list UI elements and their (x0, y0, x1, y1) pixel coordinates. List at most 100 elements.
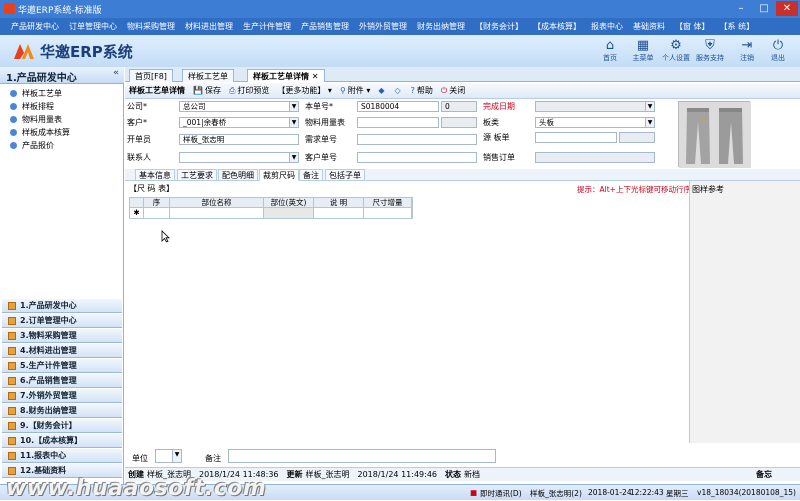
close-button[interactable]: ⏻ 关闭 (441, 85, 465, 96)
menu-item[interactable]: 【窗 体】 (670, 21, 715, 32)
support-button[interactable]: ⛨ 服务支持 (692, 38, 728, 63)
collapse-sidebar-icon[interactable]: « (113, 68, 119, 78)
move-up-button[interactable]: ◆ (378, 86, 386, 95)
nav-item[interactable]: 6.产品销售管理 (2, 374, 122, 388)
nav-item[interactable]: 7.外销外贸管理 (2, 389, 122, 403)
close-tab-icon[interactable]: ✕ (312, 72, 319, 81)
nav-item[interactable]: 10.【成本核算】 (2, 434, 122, 448)
instant-message-button[interactable]: 即时通讯(D) (480, 488, 522, 499)
save-button[interactable]: 💾 保存 (193, 85, 221, 96)
menu-item[interactable]: 产品销售管理 (296, 21, 354, 32)
board-type-select[interactable]: 头板 ▼ (535, 117, 655, 128)
bill-seq-field: 0 (441, 101, 477, 112)
menu-item[interactable]: 财务出纳管理 (412, 21, 470, 32)
toolbar-title: 样板工艺单详情 (129, 86, 185, 95)
home-button[interactable]: ⌂ 首页 (592, 38, 628, 63)
menu-item[interactable]: 订单管理中心 (64, 21, 122, 32)
menu-item[interactable]: 物料采购管理 (122, 21, 180, 32)
exit-button[interactable]: ⏻ 退出 (760, 38, 796, 63)
finish-date-label: 完成日期 (483, 102, 515, 111)
material-extra-field (441, 117, 477, 128)
help-button[interactable]: ? 帮助 (411, 85, 433, 96)
folder-icon (8, 301, 16, 310)
nav-item[interactable]: 8.财务出纳管理 (2, 404, 122, 418)
folder-icon (8, 406, 16, 415)
minimize-button[interactable]: – (730, 1, 752, 16)
sidebar-subitem[interactable]: 样板排程 (10, 100, 120, 113)
source-board-field[interactable] (535, 132, 617, 143)
subtab-basic-info[interactable]: 基本信息 (135, 169, 175, 181)
main-menu-button[interactable]: ▦ 主菜单 (625, 38, 661, 63)
remark-input[interactable] (228, 449, 496, 463)
menu-item[interactable]: 产品研发中心 (6, 21, 64, 32)
menu-item[interactable]: 生产计件管理 (238, 21, 296, 32)
column-header[interactable]: 尺寸增量 (364, 198, 412, 207)
company-select[interactable]: 总公司 ▼ (179, 101, 299, 112)
menu-item[interactable]: 外销外贸管理 (354, 21, 412, 32)
nav-item[interactable]: 1.产品研发中心 (2, 299, 122, 313)
sidebar-subitem[interactable]: 物料用量表 (10, 113, 120, 126)
move-down-button[interactable]: ◇ (395, 86, 403, 95)
finish-date-select[interactable]: ▼ (535, 101, 655, 112)
attachment-button[interactable]: ⚲ 附件 ▾ (340, 85, 370, 96)
more-functions-button[interactable]: 【更多功能】 ▾ (277, 85, 332, 96)
nav-item[interactable]: 5.生产计件管理 (2, 359, 122, 373)
chat-icon: ■ (470, 488, 478, 497)
column-header[interactable]: 部位(英文) (264, 198, 314, 207)
nav-item[interactable]: 2.订单管理中心 (2, 314, 122, 328)
contact-select[interactable]: ▼ (179, 152, 299, 163)
menu-item[interactable]: 【成本核算】 (528, 21, 586, 32)
tab-sample-list[interactable]: 样板工艺单 (182, 69, 234, 82)
material-field[interactable] (357, 117, 439, 128)
diamond-up-icon: ◆ (378, 86, 385, 95)
subtab-color[interactable]: 配色明细 (218, 169, 258, 181)
maker-field[interactable]: 样板_张志明 (179, 134, 299, 145)
tab-sample-detail[interactable]: 样板工艺单详情 ✕ (247, 69, 325, 82)
customer-no-field[interactable] (357, 152, 477, 163)
maximize-button[interactable]: □ (753, 1, 775, 16)
column-header[interactable]: 说 明 (314, 198, 364, 207)
subtab-remark[interactable]: 备注 (299, 169, 323, 181)
tab-home[interactable]: 首页[F8] (129, 69, 173, 82)
settings-button[interactable]: ⚙ 个人设置 (658, 38, 694, 63)
memo-label[interactable]: 备忘 (756, 469, 772, 480)
size-grid-area: 【尺 码 表】 提示：Alt+上下光标键可移动行序 序 部位名称 部位(英文) … (125, 181, 691, 443)
demand-no-field[interactable] (357, 134, 477, 145)
column-header[interactable]: 部位名称 (170, 198, 264, 207)
sidebar-subitem[interactable]: 产品报价 (10, 139, 120, 152)
print-preview-button[interactable]: ⎙ 打印预览 (229, 85, 269, 96)
close-window-button[interactable]: ✕ (776, 1, 798, 16)
site-watermark: www.huaaosoft.com (6, 476, 267, 501)
menu-item[interactable]: 报表中心 (586, 21, 628, 32)
menu-item[interactable]: 【系 统】 (715, 21, 760, 32)
column-header[interactable]: 序 (144, 198, 170, 207)
sidebar-subitem[interactable]: 样板工艺单 (10, 87, 120, 100)
nav-item[interactable]: 4.材料进出管理 (2, 344, 122, 358)
source-board-extra-field (619, 132, 655, 143)
nav-item[interactable]: 3.物料采购管理 (2, 329, 122, 343)
save-icon: 💾 (193, 86, 203, 95)
sidebar-subitem[interactable]: 样板成本核算 (10, 126, 120, 139)
folder-icon (8, 436, 16, 445)
version-info: v18_18034(20180108_15) (697, 488, 796, 497)
bill-no-field[interactable]: S0180004 (357, 101, 439, 112)
menu-item[interactable]: 基础资料 (628, 21, 670, 32)
nav-item[interactable]: 9.【财务会计】 (2, 419, 122, 433)
unit-select[interactable]: ▼ (155, 449, 182, 463)
subtab-process[interactable]: 工艺要求 (177, 169, 217, 181)
contact-label: 联系人 (127, 153, 151, 162)
table-row[interactable]: ✱ (129, 208, 413, 219)
menu-item[interactable]: 【财务会计】 (470, 21, 528, 32)
subtab-cut-size[interactable]: 裁剪尺码 (259, 169, 299, 181)
customer-select[interactable]: _001|余春桥 ▼ (179, 117, 299, 128)
sales-order-field[interactable] (535, 152, 655, 163)
menu-item[interactable]: 材料进出管理 (180, 21, 238, 32)
nav-item[interactable]: 11.报表中心 (2, 449, 122, 463)
status-value: 新档 (464, 470, 480, 479)
app-logo-icon (4, 3, 15, 14)
subtab-child-orders[interactable]: 包括子单 (325, 169, 365, 181)
folder-icon (8, 316, 16, 325)
current-weekday: 星期三 (666, 489, 689, 498)
sample-photo (678, 101, 751, 168)
folder-icon (8, 391, 16, 400)
